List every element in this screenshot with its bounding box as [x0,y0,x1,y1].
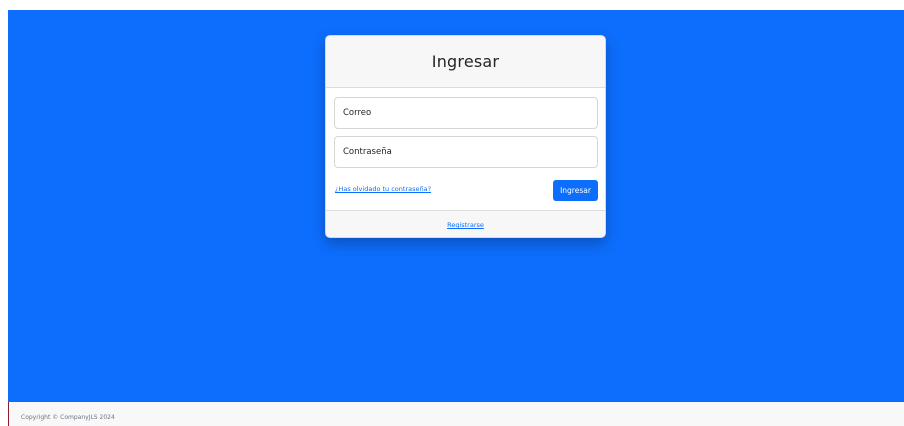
copyright-text: Copyright © CompanyJLS 2024 [21,414,115,421]
login-card: Ingresar ¿Has olvidado tu contraseña? In… [325,35,606,238]
email-field[interactable] [334,97,598,129]
page-footer: Copyright © CompanyJLS 2024 [9,402,904,426]
register-link[interactable]: Registrarse [447,221,484,229]
card-footer: Registrarse [326,210,605,237]
card-header: Ingresar [326,36,605,88]
password-field[interactable] [334,136,598,168]
login-title: Ingresar [431,52,500,71]
forgot-password-link[interactable]: ¿Has olvidado tu contraseña? [335,185,431,193]
page: Ingresar ¿Has olvidado tu contraseña? In… [0,0,904,426]
login-button[interactable]: Ingresar [553,180,598,201]
